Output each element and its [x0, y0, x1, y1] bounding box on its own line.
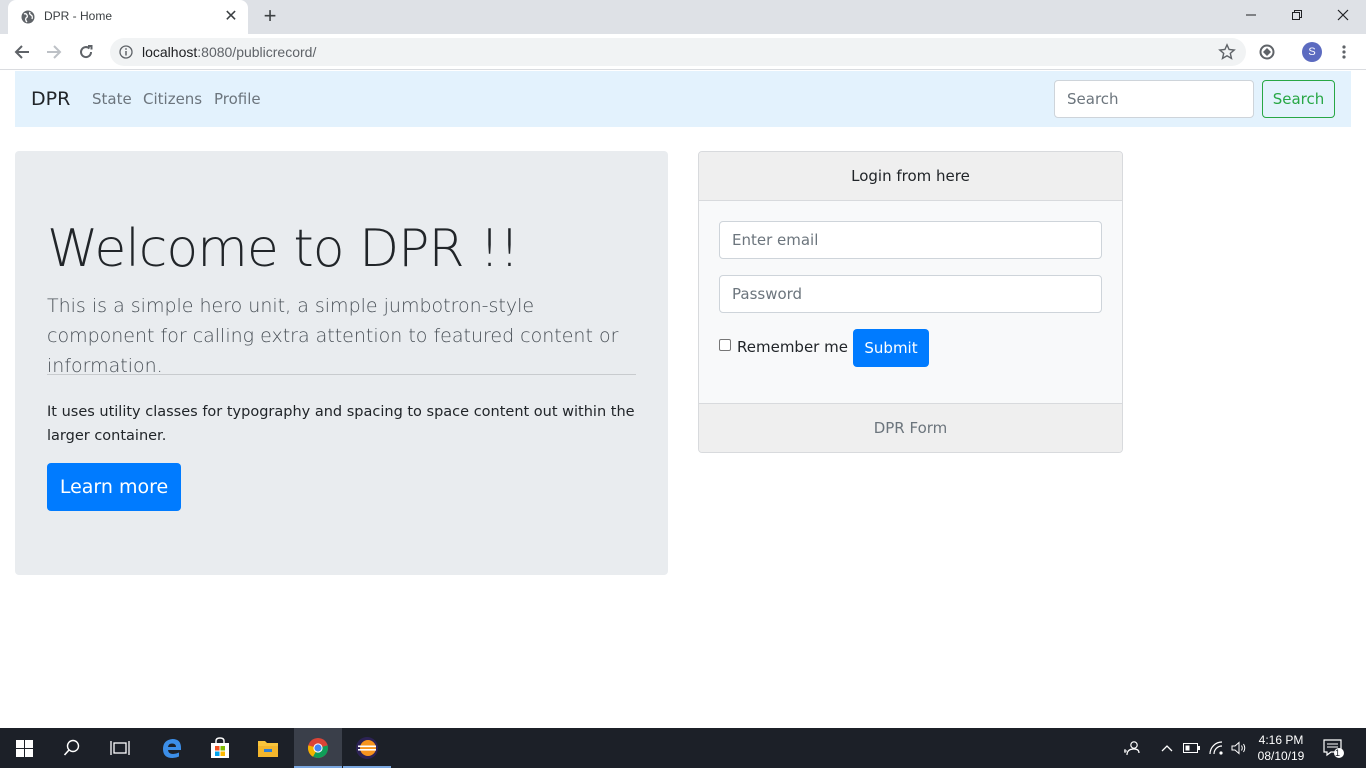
tab-title: DPR - Home: [44, 9, 113, 23]
jumbotron-lead: This is a simple hero unit, a simple jum…: [47, 295, 619, 377]
url-path: :8080/publicrecord/: [197, 44, 317, 60]
jumbotron: Welcome to DPR !! This is a simple hero …: [15, 151, 668, 575]
navbar-search-input[interactable]: [1054, 80, 1254, 118]
chevron-up-icon[interactable]: [1158, 728, 1176, 768]
jumbotron-text: It uses utility classes for typography a…: [47, 404, 635, 444]
navbar: DPR State Citizens Profile Search: [15, 71, 1351, 127]
clock-time: 4:16 PM: [1258, 733, 1304, 747]
eclipse-ide-icon[interactable]: [343, 728, 391, 768]
remember-me-option[interactable]: Remember me: [719, 338, 848, 356]
browser-tab-strip: DPR - Home ✕ +: [0, 0, 1366, 34]
volume-icon[interactable]: [1229, 728, 1249, 768]
bookmark-star-icon[interactable]: [1218, 43, 1236, 61]
profile-avatar[interactable]: S: [1302, 42, 1322, 62]
browser-tab[interactable]: DPR - Home ✕: [8, 0, 248, 34]
url-text: localhost:8080/publicrecord/: [142, 44, 316, 60]
browser-menu-icon[interactable]: [1334, 42, 1354, 62]
navbar-brand[interactable]: DPR: [31, 88, 70, 110]
globe-icon: [21, 10, 35, 24]
jumbotron-title: Welcome to DPR !!: [47, 219, 520, 279]
store-icon[interactable]: [196, 728, 244, 768]
extension-icon[interactable]: [1257, 42, 1277, 62]
clock-date: 08/10/19: [1257, 749, 1305, 763]
chrome-taskbar-icon[interactable]: [294, 728, 342, 768]
jumbotron-divider: [47, 374, 636, 375]
url-host: localhost: [142, 44, 198, 60]
forward-arrow-icon[interactable]: [44, 42, 64, 62]
new-tab-icon[interactable]: +: [258, 5, 282, 29]
back-arrow-icon[interactable]: [12, 42, 32, 62]
reload-icon[interactable]: [76, 42, 96, 62]
file-explorer-icon[interactable]: [244, 728, 292, 768]
notification-center-icon[interactable]: 1: [1322, 728, 1346, 768]
nav-link-citizens[interactable]: Citizens: [143, 90, 202, 108]
remember-me-label: Remember me: [737, 338, 848, 356]
windows-taskbar: 4:16 PM 08/10/19 1: [0, 728, 1366, 768]
submit-button[interactable]: Submit: [853, 329, 929, 367]
close-tab-icon[interactable]: ✕: [223, 9, 239, 25]
minimize-window-icon[interactable]: [1228, 0, 1274, 30]
web-page: DPR State Citizens Profile Search Welcom…: [0, 71, 1366, 728]
restore-window-icon[interactable]: [1274, 0, 1320, 30]
login-card-footer: DPR Form: [699, 403, 1122, 452]
browser-toolbar: localhost:8080/publicrecord/ S: [0, 34, 1366, 70]
login-card: Login from here Remember me Submit DPR F…: [698, 151, 1123, 453]
remember-me-checkbox[interactable]: [719, 339, 731, 351]
close-window-icon[interactable]: [1320, 0, 1366, 30]
wifi-icon[interactable]: [1208, 728, 1228, 768]
edge-browser-icon[interactable]: [148, 728, 196, 768]
password-field[interactable]: [719, 275, 1102, 313]
navbar-search-button[interactable]: Search: [1262, 80, 1335, 118]
search-icon[interactable]: [48, 728, 96, 768]
people-icon[interactable]: [1122, 728, 1142, 768]
nav-link-state[interactable]: State: [92, 90, 132, 108]
windows-start-icon[interactable]: [0, 728, 48, 768]
task-view-icon[interactable]: [96, 728, 144, 768]
notification-count: 1: [1335, 748, 1341, 758]
site-info-icon[interactable]: [119, 45, 133, 59]
email-field[interactable]: [719, 221, 1102, 259]
learn-more-button[interactable]: Learn more: [47, 463, 181, 511]
taskbar-clock[interactable]: 4:16 PM 08/10/19: [1250, 732, 1312, 764]
address-bar[interactable]: localhost:8080/publicrecord/: [110, 38, 1246, 66]
login-card-header: Login from here: [699, 152, 1122, 201]
battery-icon[interactable]: [1182, 728, 1202, 768]
nav-link-profile[interactable]: Profile: [214, 90, 261, 108]
